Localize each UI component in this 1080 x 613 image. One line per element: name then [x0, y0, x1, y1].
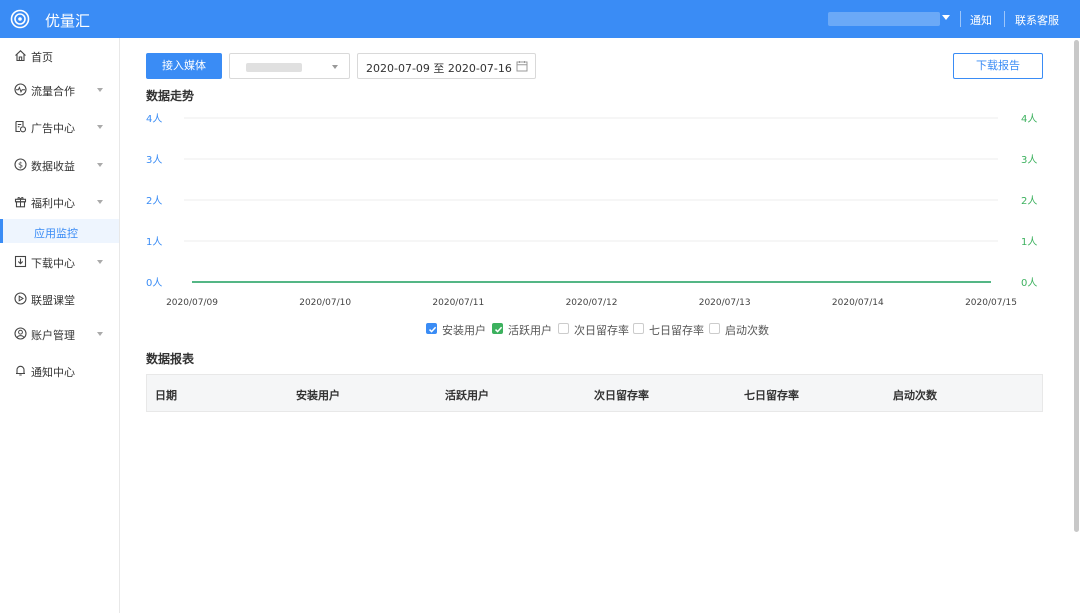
contact-support-link[interactable]: 联系客服 — [1015, 12, 1059, 28]
logo-icon[interactable] — [10, 9, 30, 29]
legend-label: 活跃用户 — [508, 324, 552, 337]
column-header-launches[interactable]: 启动次数 — [893, 387, 937, 403]
sidebar-subitem-label: 应用监控 — [34, 227, 78, 240]
divider — [1004, 11, 1005, 27]
x-tick-label: 2020/07/12 — [566, 298, 618, 308]
chevron-down-icon — [97, 125, 103, 129]
x-tick-label: 2020/07/13 — [699, 298, 751, 308]
download-report-button[interactable]: 下载报告 — [953, 53, 1043, 79]
connect-media-button[interactable]: 接入媒体 — [146, 53, 222, 79]
legend-label: 七日留存率 — [649, 324, 704, 337]
sidebar-item-download[interactable]: 下载中心 — [0, 247, 119, 277]
check-icon — [494, 326, 503, 333]
sidebar: 首页 流量合作 广告中心 $ 数据收益 福利中心 应用监控 下载中心 联盟课堂 … — [0, 38, 120, 613]
sidebar-item-welfare[interactable]: 福利中心 — [0, 187, 119, 217]
sidebar-item-label: 下载中心 — [31, 257, 75, 270]
x-tick-label: 2020/07/09 — [166, 298, 218, 308]
y-tick-label-right: 4人 — [1021, 113, 1037, 125]
sidebar-item-label: 广告中心 — [31, 122, 75, 135]
chevron-down-icon — [332, 65, 338, 69]
ad-icon — [15, 120, 27, 133]
chevron-down-icon — [97, 332, 103, 336]
date-range-picker[interactable]: 2020-07-09 至 2020-07-16 — [357, 53, 536, 79]
bell-icon — [16, 365, 25, 376]
chevron-down-icon — [97, 260, 103, 264]
svg-text:$: $ — [18, 161, 23, 170]
sidebar-item-label: 通知中心 — [31, 366, 75, 379]
user-icon — [14, 327, 27, 340]
pulse-icon — [14, 83, 27, 96]
legend-checkbox[interactable] — [426, 323, 437, 334]
account-name[interactable] — [828, 12, 940, 26]
calendar-icon — [516, 61, 528, 72]
chevron-down-icon — [97, 200, 103, 204]
divider — [960, 11, 961, 27]
dollar-icon: $ — [14, 158, 27, 171]
sidebar-item-label: 账户管理 — [31, 329, 75, 342]
y-tick-label-right: 2人 — [1021, 195, 1037, 207]
sidebar-item-ads[interactable]: 广告中心 — [0, 112, 119, 142]
sidebar-item-label: 数据收益 — [31, 160, 75, 173]
sidebar-item-notifications[interactable]: 通知中心 — [0, 356, 119, 386]
legend-checkbox[interactable] — [709, 323, 720, 334]
legend-label: 启动次数 — [725, 324, 769, 337]
notify-link[interactable]: 通知 — [970, 12, 992, 28]
legend-label: 安装用户 — [442, 324, 486, 337]
sidebar-subitem-app-monitor[interactable]: 应用监控 — [0, 219, 119, 243]
chevron-down-icon — [97, 163, 103, 167]
date-range-value: 2020-07-09 至 2020-07-16 — [366, 62, 512, 75]
legend-checkbox[interactable] — [492, 323, 503, 334]
legend-checkbox[interactable] — [633, 323, 644, 334]
report-table-header: 日期 安装用户 活跃用户 次日留存率 七日留存率 启动次数 — [146, 374, 1043, 412]
sidebar-item-label: 福利中心 — [31, 197, 75, 210]
column-header-date[interactable]: 日期 — [155, 387, 177, 403]
sidebar-item-academy[interactable]: 联盟课堂 — [0, 284, 119, 314]
scrollbar-thumb[interactable] — [1074, 40, 1079, 532]
column-header-installs[interactable]: 安装用户 — [296, 387, 340, 403]
x-tick-label: 2020/07/15 — [965, 298, 1017, 308]
top-bar: 优量汇 通知 联系客服 — [0, 0, 1080, 38]
active-indicator — [0, 219, 3, 243]
sidebar-item-home[interactable]: 首页 — [0, 41, 119, 71]
selected-media-value — [246, 63, 302, 72]
sidebar-item-revenue[interactable]: $ 数据收益 — [0, 150, 119, 180]
brand-name[interactable]: 优量汇 — [45, 10, 90, 31]
y-tick-label-left: 1人 — [146, 236, 162, 248]
sidebar-item-label: 首页 — [31, 51, 53, 64]
sidebar-item-label: 流量合作 — [31, 85, 75, 98]
sidebar-item-label: 联盟课堂 — [31, 294, 75, 307]
column-header-next-day-retention[interactable]: 次日留存率 — [594, 387, 649, 403]
y-tick-label-right: 1人 — [1021, 236, 1037, 248]
y-tick-label-right: 3人 — [1021, 154, 1037, 166]
legend-checkbox[interactable] — [558, 323, 569, 334]
trend-section-title: 数据走势 — [146, 89, 195, 103]
column-header-active-users[interactable]: 活跃用户 — [445, 387, 489, 403]
account-caret-icon[interactable] — [942, 15, 950, 20]
trend-chart: 0人 0人 1人 1人 2人 2人 3人 3人 4人 4人 2020/07/09 2020/07/10… — [146, 113, 1037, 308]
report-section-title: 数据报表 — [146, 352, 195, 366]
chevron-down-icon — [97, 88, 103, 92]
download-icon — [14, 255, 27, 268]
x-tick-label: 2020/07/10 — [299, 298, 351, 308]
legend-label: 次日留存率 — [574, 324, 629, 337]
x-tick-label: 2020/07/11 — [432, 298, 484, 308]
column-header-seven-day-retention[interactable]: 七日留存率 — [744, 387, 799, 403]
check-icon — [428, 326, 437, 333]
sidebar-item-traffic[interactable]: 流量合作 — [0, 75, 119, 105]
sidebar-item-account[interactable]: 账户管理 — [0, 319, 119, 349]
x-tick-label: 2020/07/14 — [832, 298, 884, 308]
gift-icon — [14, 197, 27, 208]
media-select[interactable] — [229, 53, 350, 79]
y-tick-label-left: 2人 — [146, 195, 162, 207]
y-tick-label-left: 3人 — [146, 154, 162, 166]
play-icon — [14, 292, 27, 305]
y-tick-label-left: 0人 — [146, 277, 162, 289]
home-icon — [15, 50, 26, 62]
y-tick-label-right: 0人 — [1021, 277, 1037, 289]
y-tick-label-left: 4人 — [146, 113, 162, 125]
